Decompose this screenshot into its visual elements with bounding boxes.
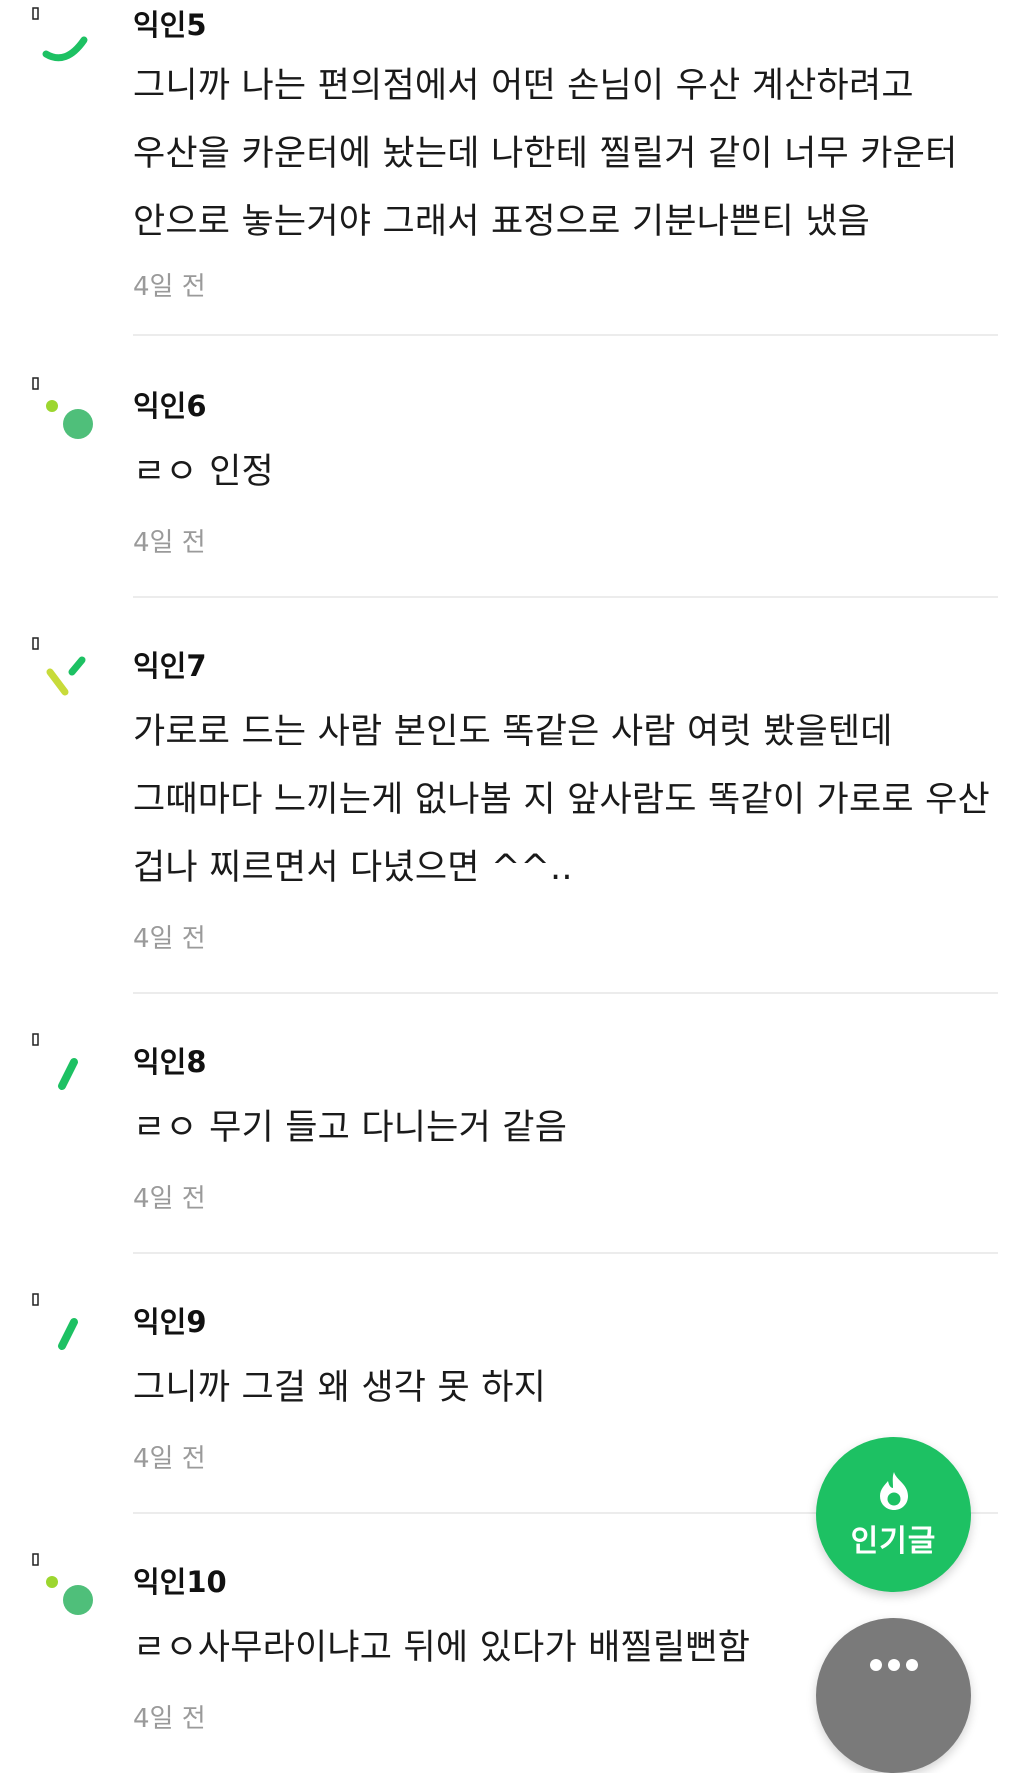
comment-author[interactable]: 익인8	[133, 1044, 998, 1080]
comment-item: 익인5 그니까 나는 편의점에서 어떤 손님이 우산 계산하려고 우산을 카운터…	[0, 0, 1024, 336]
ticks-icon	[32, 637, 86, 696]
comment-time: 4일 전	[133, 272, 206, 302]
avatar[interactable]	[30, 1552, 100, 1622]
comment-author[interactable]: 익인5	[133, 7, 998, 43]
comment-body: 익인6 ㄹㅇ 인정 4일 전	[133, 388, 998, 598]
dots-icon	[32, 377, 93, 439]
divider	[133, 334, 998, 336]
slash-icon	[32, 1293, 78, 1350]
dots-icon	[32, 1553, 93, 1615]
comment-text: 가로로 드는 사람 본인도 똑같은 사람 여럿 봤을텐데 그때마다 느끼는게 없…	[133, 712, 990, 888]
arc-icon	[32, 7, 88, 62]
avatar[interactable]	[30, 376, 100, 446]
more-dots-icon	[869, 1658, 918, 1671]
comment-author[interactable]: 익인6	[133, 388, 998, 424]
comment-author[interactable]: 익인9	[133, 1304, 998, 1340]
comment-text: ㄹㅇ 인정	[133, 452, 274, 492]
comment-text: ㄹㅇ 무기 들고 다니는거 같음	[133, 1108, 568, 1148]
comment-body: 익인5 그니까 나는 편의점에서 어떤 손님이 우산 계산하려고 우산을 카운터…	[133, 0, 998, 336]
divider	[133, 596, 998, 598]
comment-body: 익인7 가로로 드는 사람 본인도 똑같은 사람 여럿 봤을텐데 그때마다 느끼…	[133, 648, 998, 994]
divider	[133, 992, 998, 994]
comment-body: 익인8 ㄹㅇ 무기 들고 다니는거 같음 4일 전	[133, 1044, 998, 1254]
divider	[133, 1252, 998, 1254]
popular-posts-label: 인기글	[850, 1523, 937, 1559]
flame-icon	[879, 1471, 908, 1510]
comment-time: 4일 전	[133, 924, 206, 954]
comment-item: 익인8 ㄹㅇ 무기 들고 다니는거 같음 4일 전	[0, 1033, 1024, 1254]
avatar[interactable]	[30, 0, 100, 70]
comment-text: 그니까 나는 편의점에서 어떤 손님이 우산 계산하려고 우산을 카운터에 놨는…	[133, 66, 958, 242]
slash-icon	[32, 1033, 78, 1090]
comment-item: 익인7 가로로 드는 사람 본인도 똑같은 사람 여럿 봤을텐데 그때마다 느끼…	[0, 637, 1024, 994]
comment-author[interactable]: 익인7	[133, 648, 998, 684]
comment-time: 4일 전	[133, 1184, 206, 1214]
comment-text: 그니까 그걸 왜 생각 못 하지	[133, 1368, 547, 1408]
avatar[interactable]	[30, 1032, 100, 1102]
popular-posts-button[interactable]: 인기글	[816, 1437, 971, 1592]
comment-item: 익인6 ㄹㅇ 인정 4일 전	[0, 377, 1024, 598]
avatar[interactable]	[30, 636, 100, 706]
comment-time: 4일 전	[133, 528, 206, 558]
more-options-button[interactable]	[816, 1618, 971, 1773]
avatar[interactable]	[30, 1292, 100, 1362]
